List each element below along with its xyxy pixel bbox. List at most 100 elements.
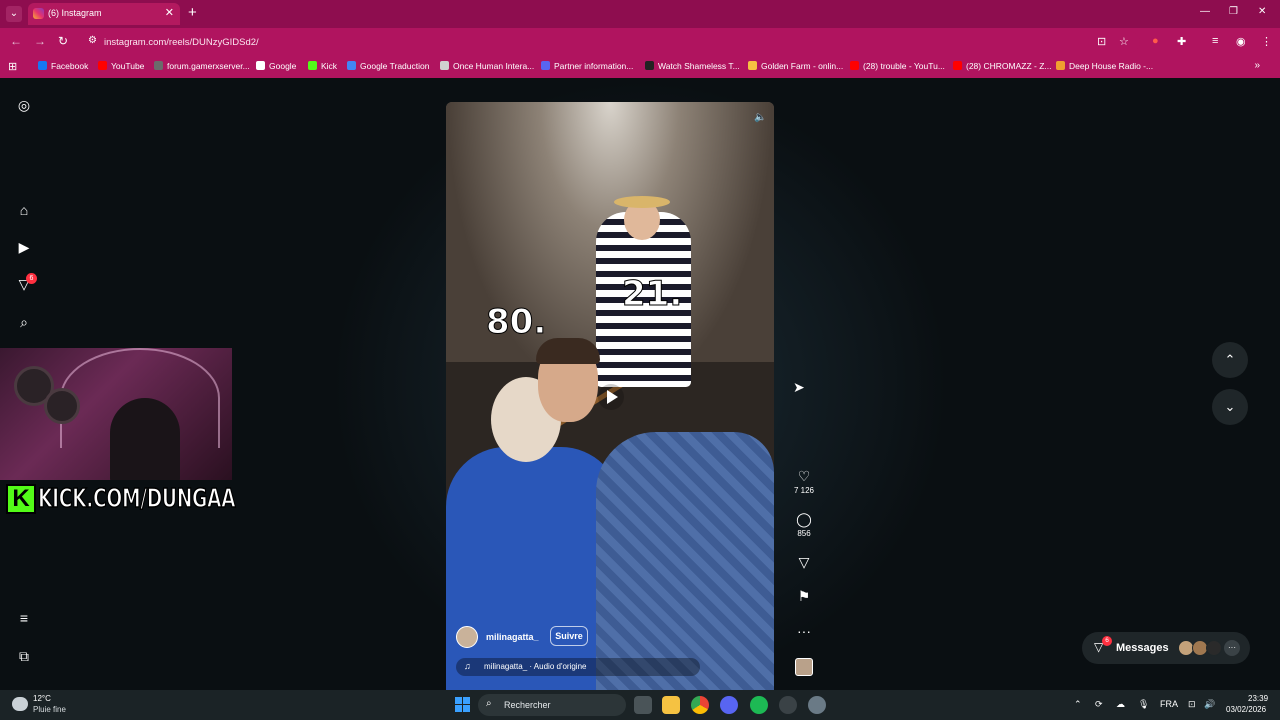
bookmark-item[interactable]: Kick [308,61,337,71]
bookmark-item[interactable]: Google [256,61,296,71]
bookmark-item[interactable]: Deep House Radio -... [1056,61,1153,71]
menu-hamburger-icon[interactable]: ≡ [16,610,32,626]
volume-icon[interactable]: 🔊 [1204,699,1215,710]
tray-cloud-icon[interactable]: ☁ [1116,699,1125,710]
bookmark-icon[interactable]: ⚑ [790,588,818,604]
bookmark-item[interactable]: (28) trouble - YouTu... [850,61,945,71]
instagram-logo-icon[interactable]: ◎ [16,97,32,113]
more-contacts-icon[interactable]: ··· [1224,640,1240,656]
reel-video[interactable]: 80. 21. 🔈 milinagatta_ Suivre ♫ milinaga… [446,102,774,690]
site-info-icon[interactable]: ⚙ [88,35,97,46]
bookmark-item[interactable]: Once Human Intera... [440,61,534,71]
close-tab-icon[interactable]: ✕ [165,6,174,19]
clock-time[interactable]: 23:39 [1248,694,1268,703]
spotify-icon[interactable] [750,696,768,714]
follow-button[interactable]: Suivre [550,626,588,646]
tray-app-icon[interactable]: ⟳ [1095,699,1103,710]
back-icon[interactable]: ← [10,34,22,48]
screen: ⌄ (6) Instagram ✕ + — ❐ ✕ ← → ↻ ⚙ instag… [0,0,1280,720]
active-tab[interactable]: (6) Instagram ✕ [28,3,180,25]
overlay-number-right: 21. [621,274,683,315]
bookmark-item[interactable]: Partner information... [541,61,633,71]
start-windows-icon[interactable] [455,697,470,712]
contact-avatar [1206,640,1222,656]
weather-description: Pluie fine [33,705,66,714]
weather-temperature: 12°C [33,694,51,703]
task-view-icon[interactable] [634,696,652,714]
audio-toggle-icon[interactable]: 🔈 [754,112,766,123]
bookmark-star-icon[interactable]: ☆ [1119,35,1129,48]
audio-attribution[interactable]: ♫ milinagatta_ · Audio d'origine [456,658,700,676]
search-icon[interactable]: ⌕ [16,314,32,330]
bookmark-favicon-icon [256,61,265,70]
more-action[interactable]: ··· [790,623,818,639]
author-avatar[interactable] [456,626,478,648]
microphone-icon[interactable]: 🎙 [1138,699,1149,710]
comment-action[interactable]: ◯ 856 [790,511,818,538]
language-indicator[interactable]: FRA [1160,699,1178,709]
bookmark-item[interactable]: Google Traduction [347,61,429,71]
bookmark-item[interactable]: Golden Farm - onlin... [748,61,843,71]
bookmark-item[interactable]: YouTube [98,61,144,71]
bookmark-favicon-icon [308,61,317,70]
bookmark-label: forum.gamerxserver... [167,61,250,71]
streamer [110,398,180,480]
messages-button[interactable]: ▽ 6 Messages ··· [1082,632,1250,664]
extensions-puzzle-icon[interactable]: ✚ [1177,35,1186,48]
bookmark-item[interactable]: Facebook [38,61,88,71]
more-bookmarks-icon[interactable]: » [1254,60,1260,71]
tab-search-icon[interactable]: ⌄ [6,6,22,22]
heart-icon[interactable]: ♡ [790,468,818,484]
new-tab-icon[interactable]: + [188,4,197,21]
instagram-page: ◎ ⌂ ▶ ▽ 6 ⌕ ≡ ⧉ K KICK.COM/DUNGAA 80. 21… [0,78,1280,690]
also-from-meta-icon[interactable]: ⧉ [16,648,32,664]
profile-icon[interactable]: ◉ [1236,35,1246,48]
share-action[interactable]: ▽ [790,554,818,570]
extension-icon[interactable]: ● [1152,35,1159,47]
previous-reel-chevron-up-icon[interactable]: ⌃ [1212,342,1248,378]
author-username[interactable]: milinagatta_ [486,632,539,642]
bookmark-item[interactable]: forum.gamerxserver... [154,61,250,71]
weather-cloud-icon[interactable] [12,697,28,711]
reload-icon[interactable]: ↻ [58,34,68,48]
close-window-icon[interactable]: ✕ [1258,6,1266,17]
url-field[interactable]: ⚙ instagram.com/reels/DUNzyGIDSd2/ [80,31,1140,53]
like-action[interactable]: ♡ 7 126 [790,468,818,495]
taskbar-search[interactable]: ⌕ Rechercher [478,694,626,716]
audio-thumbnail[interactable] [795,658,813,676]
next-reel-chevron-down-icon[interactable]: ⌄ [1212,389,1248,425]
file-explorer-icon[interactable] [662,696,680,714]
man-figure [596,432,774,690]
app-icon[interactable] [779,696,797,714]
comment-count: 856 [797,529,811,538]
reels-icon[interactable]: ▶ [16,239,32,255]
network-icon[interactable]: ⊡ [1188,699,1196,710]
kick-logo-icon: K [6,484,36,514]
like-count: 7 126 [793,486,815,495]
tray-chevron-up-icon[interactable]: ⌃ [1074,699,1082,710]
chrome-icon[interactable] [691,696,709,714]
search-icon: ⌕ [486,698,492,709]
save-action[interactable]: ⚑ [790,588,818,604]
forward-icon[interactable]: → [34,34,46,48]
bookmark-item[interactable]: Watch Shameless T... [645,61,740,71]
apps-grid-icon[interactable]: ⊞ [8,60,17,73]
settings-gear-icon[interactable] [808,696,826,714]
clock-date[interactable]: 03/02/2026 [1226,705,1266,714]
comment-icon[interactable]: ◯ [790,511,818,527]
bookmark-label: (28) CHROMAZZ - Z... [966,61,1052,71]
tab-title: (6) Instagram [48,8,102,18]
menu-kebab-icon[interactable]: ⋮ [1261,35,1272,48]
more-options-icon[interactable]: ··· [790,623,818,639]
minimize-icon[interactable]: — [1200,6,1210,17]
instagram-favicon-icon [33,8,44,19]
send-icon[interactable]: ▽ [790,554,818,570]
maximize-icon[interactable]: ❐ [1229,6,1238,17]
install-app-icon[interactable]: ⊡ [1097,35,1106,48]
discord-icon[interactable] [720,696,738,714]
media-control-icon[interactable]: ≡ [1212,35,1218,47]
bookmark-item[interactable]: (28) CHROMAZZ - Z... [953,61,1051,71]
home-icon[interactable]: ⌂ [16,202,32,218]
bookmark-favicon-icon [38,61,47,70]
play-icon[interactable] [598,384,624,410]
